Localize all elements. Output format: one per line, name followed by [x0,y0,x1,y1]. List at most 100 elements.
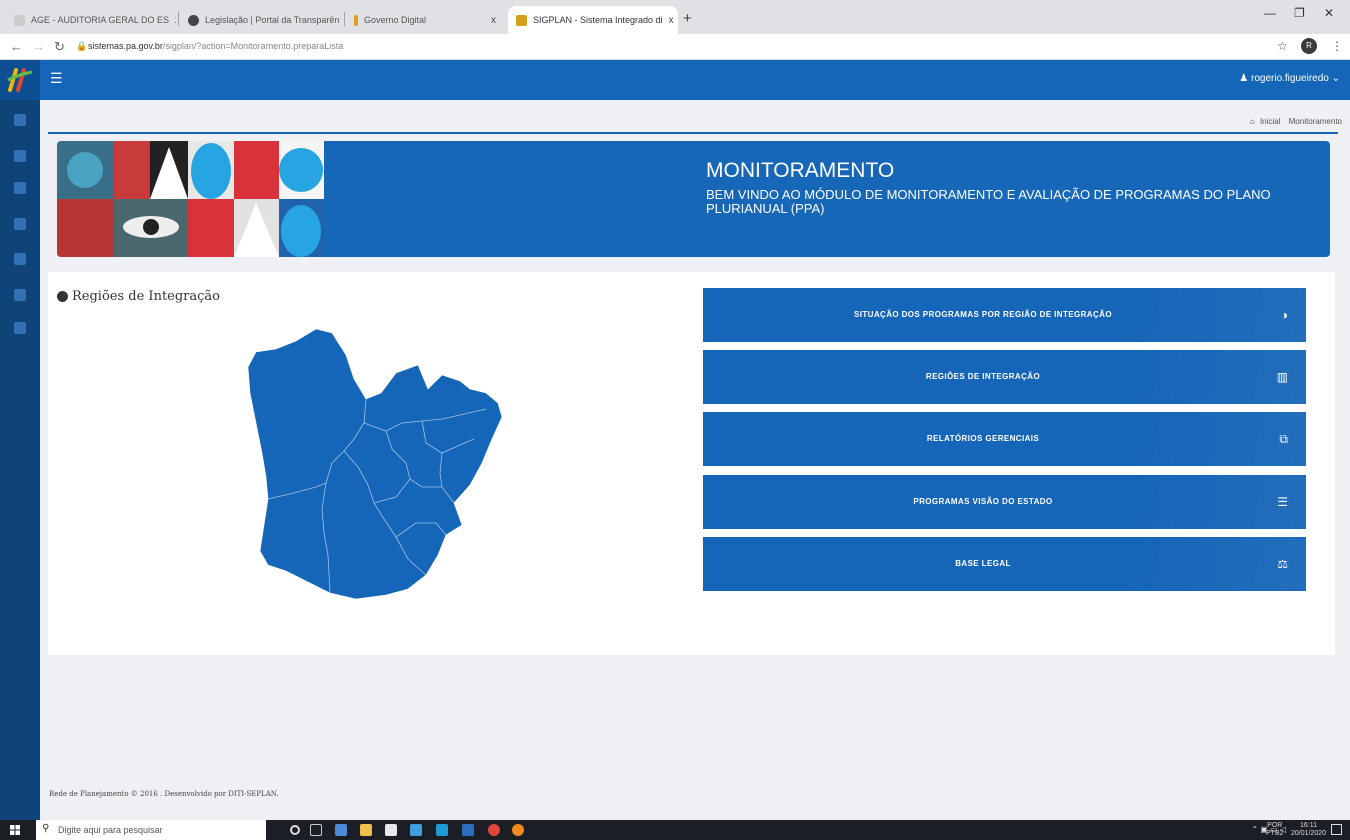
menu-programas-visao-button[interactable]: PROGRAMAS VISÃO DO ESTADO ☰ [703,475,1306,529]
globe-icon [57,291,68,302]
browser-tab-governo-digital[interactable]: Governo Digital x [346,6,504,34]
breadcrumb: ⌂ Inicial Monitoramento [1250,117,1342,126]
firefox-icon[interactable] [512,824,524,836]
menu-situacao-programas-button[interactable]: SITUAÇÃO DOS PROGRAMAS POR REGIÃO DE INT… [703,288,1306,342]
sidebar-home-icon[interactable] [14,114,26,126]
task-view-icon[interactable] [310,824,322,836]
sigplan-logo[interactable] [0,60,40,100]
state-outline [247,328,503,600]
restore-icon[interactable]: ❐ [1294,6,1305,20]
chrome-icon[interactable] [488,824,500,836]
menu-label: PROGRAMAS VISÃO DO ESTADO [913,497,1053,506]
app-header: ☰ ♟ rogerio.figueiredo ⌄ [0,60,1350,100]
edge-browser-icon[interactable] [436,824,448,836]
user-name: rogerio.figueiredo [1251,73,1329,84]
tab-label: Legislação | Portal da Transparên [205,15,340,25]
tab-close-icon[interactable]: x [485,15,496,26]
browser-tab-legislacao[interactable]: Legislação | Portal da Transparên x [180,6,342,34]
new-tab-button[interactable]: + [683,10,692,27]
minimize-icon[interactable]: — [1264,6,1276,20]
tab-favicon-icon [516,14,527,26]
taskbar-search[interactable]: ⚲ Digite aqui para pesquisar [36,820,266,840]
sidebar-chart-icon[interactable] [14,253,26,265]
app-icon[interactable] [335,824,347,836]
menu-relatorios-button[interactable]: RELATÓRIOS GERENCIAIS ⧉ [703,412,1306,466]
map-title: Regiões de Integração [72,289,221,304]
os-taskbar: ⚲ Digite aqui para pesquisar ⌃ ▣ ▭ ◁ POR… [0,820,1350,840]
chevron-down-icon: ⌄ [1331,73,1340,84]
windows-start-icon[interactable] [10,825,20,835]
cortana-icon[interactable] [290,825,300,835]
notification-icon[interactable] [1331,824,1342,835]
back-arrow-icon[interactable]: ← [10,39,23,54]
forward-arrow-icon[interactable]: → [32,39,45,54]
sidebar-money-icon[interactable] [14,218,26,230]
browser-tab-age[interactable]: AGE - AUDITORIA GERAL DO ES x [6,6,176,34]
map-icon: ▥ [1276,370,1288,384]
url-path: /sigplan/?action=Monitoramento.preparaLi… [162,41,344,51]
tab-label: SIGPLAN - Sistema Integrado di [533,15,663,25]
sidebar-settings-icon[interactable] [14,322,26,334]
map-heading: Regiões de Integração [57,289,220,304]
user-menu[interactable]: ♟ rogerio.figueiredo ⌄ [1239,73,1340,84]
logo-mark-icon [7,68,33,92]
tab-favicon-icon [354,14,358,26]
search-placeholder: Digite aqui para pesquisar [58,825,163,835]
adjust-icon: ◑ [1280,308,1288,322]
user-icon: ♟ [1239,73,1249,84]
main-content: ⌂ Inicial Monitoramento MONITORAMENTO BE… [40,100,1350,820]
menu-label: BASE LEGAL [955,559,1011,568]
banner-title: MONITORAMENTO [706,159,895,182]
tab-favicon-icon [188,14,199,26]
tab-close-icon[interactable]: x [663,15,674,26]
breadcrumb-current: Monitoramento [1288,117,1342,126]
tab-divider [344,12,345,26]
browser-tab-bar: AGE - AUDITORIA GERAL DO ES x Legislação… [0,0,1350,34]
file-explorer-icon[interactable] [360,824,372,836]
tab-favicon-icon [14,14,25,26]
tab-close-icon[interactable]: x [339,15,342,26]
monitoring-banner: MONITORAMENTO BEM VINDO AO MÓDULO DE MON… [57,141,1330,257]
para-regions-map[interactable] [246,327,506,602]
search-icon: ⚲ [42,823,50,834]
browser-menu-icon[interactable]: ⋮ [1331,39,1343,53]
tab-label: AGE - AUDITORIA GERAL DO ES [31,15,170,25]
store-icon[interactable] [410,824,422,836]
tab-divider [178,12,179,26]
reload-icon[interactable]: ↻ [54,39,65,55]
breadcrumb-home-link[interactable]: Inicial [1260,117,1280,126]
tab-close-icon[interactable]: x [169,15,176,26]
tab-label: Governo Digital [364,15,427,25]
mail-icon[interactable] [385,824,397,836]
sidebar-user-icon[interactable] [14,150,26,162]
breadcrumb-divider [48,132,1338,134]
clock-date: 20/01/2020 [1291,830,1327,837]
language-indicator[interactable]: POR PTB2 [1266,822,1284,838]
window-close-icon[interactable]: ✕ [1324,6,1334,20]
copy-icon: ⧉ [1279,432,1288,446]
address-bar: ← → ↻ 🔒 sistemas.pa.gov.br/sigplan/?acti… [0,34,1350,60]
menu-label: REGIÕES DE INTEGRAÇÃO [925,372,1041,381]
sidebar-tasks-icon[interactable] [14,289,26,301]
sidebar-calendar-icon[interactable] [14,182,26,194]
word-icon[interactable] [462,824,474,836]
balance-scale-icon: ⚖ [1277,557,1288,571]
clock-time: 16:11 [1300,822,1318,829]
browser-tab-sigplan[interactable]: SIGPLAN - Sistema Integrado di x [508,6,678,34]
url-host: sistemas.pa.gov.br [88,41,163,51]
regions-panel: Regiões de Integração SITUAÇÃO DOS PROGR… [48,272,1335,655]
menu-base-legal-button[interactable]: BASE LEGAL ⚖ [703,537,1306,591]
bookmark-star-icon[interactable]: ☆ [1277,39,1288,53]
menu-toggle-icon[interactable]: ☰ [50,70,63,87]
menu-label: RELATÓRIOS GERENCIAIS [926,434,1040,443]
lang-code: POR [1267,822,1283,829]
page-footer: Rede de Planejamento © 2016 . Desenvolvi… [49,790,279,798]
menu-regioes-button[interactable]: REGIÕES DE INTEGRAÇÃO ▥ [703,350,1306,404]
list-icon: ☰ [1277,495,1288,509]
home-icon: ⌂ [1249,117,1255,126]
taskbar-clock[interactable]: 16:11 20/01/2020 [1291,822,1326,838]
banner-subtitle: BEM VINDO AO MÓDULO DE MONITORAMENTO E A… [706,187,1271,216]
profile-avatar[interactable]: R [1301,38,1317,54]
lock-icon: 🔒 [76,41,88,51]
url-field[interactable]: sistemas.pa.gov.br/sigplan/?action=Monit… [88,41,343,51]
